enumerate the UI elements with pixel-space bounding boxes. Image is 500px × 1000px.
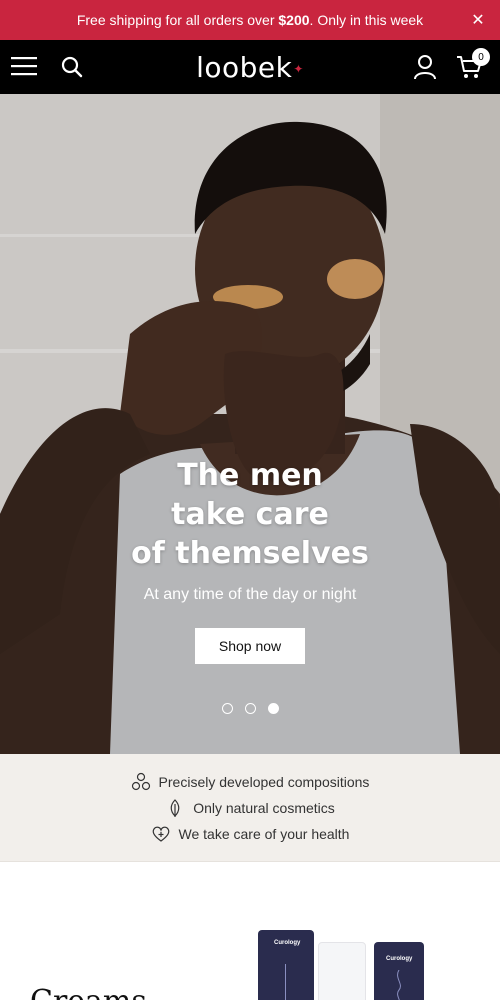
hero-title: The men take care of themselves [0,456,500,573]
hero-subtitle: At any time of the day or night [143,586,357,603]
announcement-text-after: . Only in this week [309,12,424,28]
product-tube[interactable]: Curology [374,942,424,1000]
hero-title-line: take care [171,497,329,532]
tube-squiggle [397,970,401,1000]
feature-text: Precisely developed compositions [158,774,370,790]
announcement-bar: Free shipping for all orders over $200. … [0,0,500,40]
hero-banner: The men take care of themselves At any t… [0,94,500,754]
announcement-text: Free shipping for all orders over $200. … [77,12,423,28]
site-header [0,40,500,94]
product-preview-section: Creams Curology Curology [0,862,500,1000]
product-tube[interactable]: Curology [258,930,314,1000]
tube-line [285,964,286,1000]
feature-item: Precisely developed compositions [0,771,500,793]
announcement-text-before: Free shipping for all orders over [76,12,279,28]
cart-count-badge: 0 [472,48,490,66]
features-strip: Precisely developed compositions Only na… [0,754,500,862]
carousel-dots [222,703,279,714]
molecule-icon [131,772,150,791]
carousel-dot-1[interactable] [222,703,233,714]
feature-item: We take care of your health [0,823,500,845]
heart-plus-icon [152,826,169,842]
feature-item: Only natural cosmetics [0,797,500,819]
announcement-amount: $200 [278,12,310,28]
shop-now-button[interactable]: Shop now [195,628,305,664]
carousel-dot-3[interactable] [268,703,279,714]
product-bottle[interactable] [318,942,366,1000]
feature-text: We take care of your health [178,826,350,842]
search-icon[interactable] [60,55,84,79]
menu-icon[interactable] [11,55,37,77]
product-brand-label: Curology [274,940,301,946]
hero-title-line: of themselves [131,536,369,571]
leaf-icon [170,799,180,817]
section-title: Creams [30,984,147,1000]
close-icon[interactable]: ✕ [468,10,488,30]
product-brand-label: Curology [386,956,413,962]
carousel-dot-2[interactable] [245,703,256,714]
account-icon[interactable] [412,54,438,80]
feature-text: Only natural cosmetics [193,800,335,816]
hero-title-line: The men [177,458,323,493]
